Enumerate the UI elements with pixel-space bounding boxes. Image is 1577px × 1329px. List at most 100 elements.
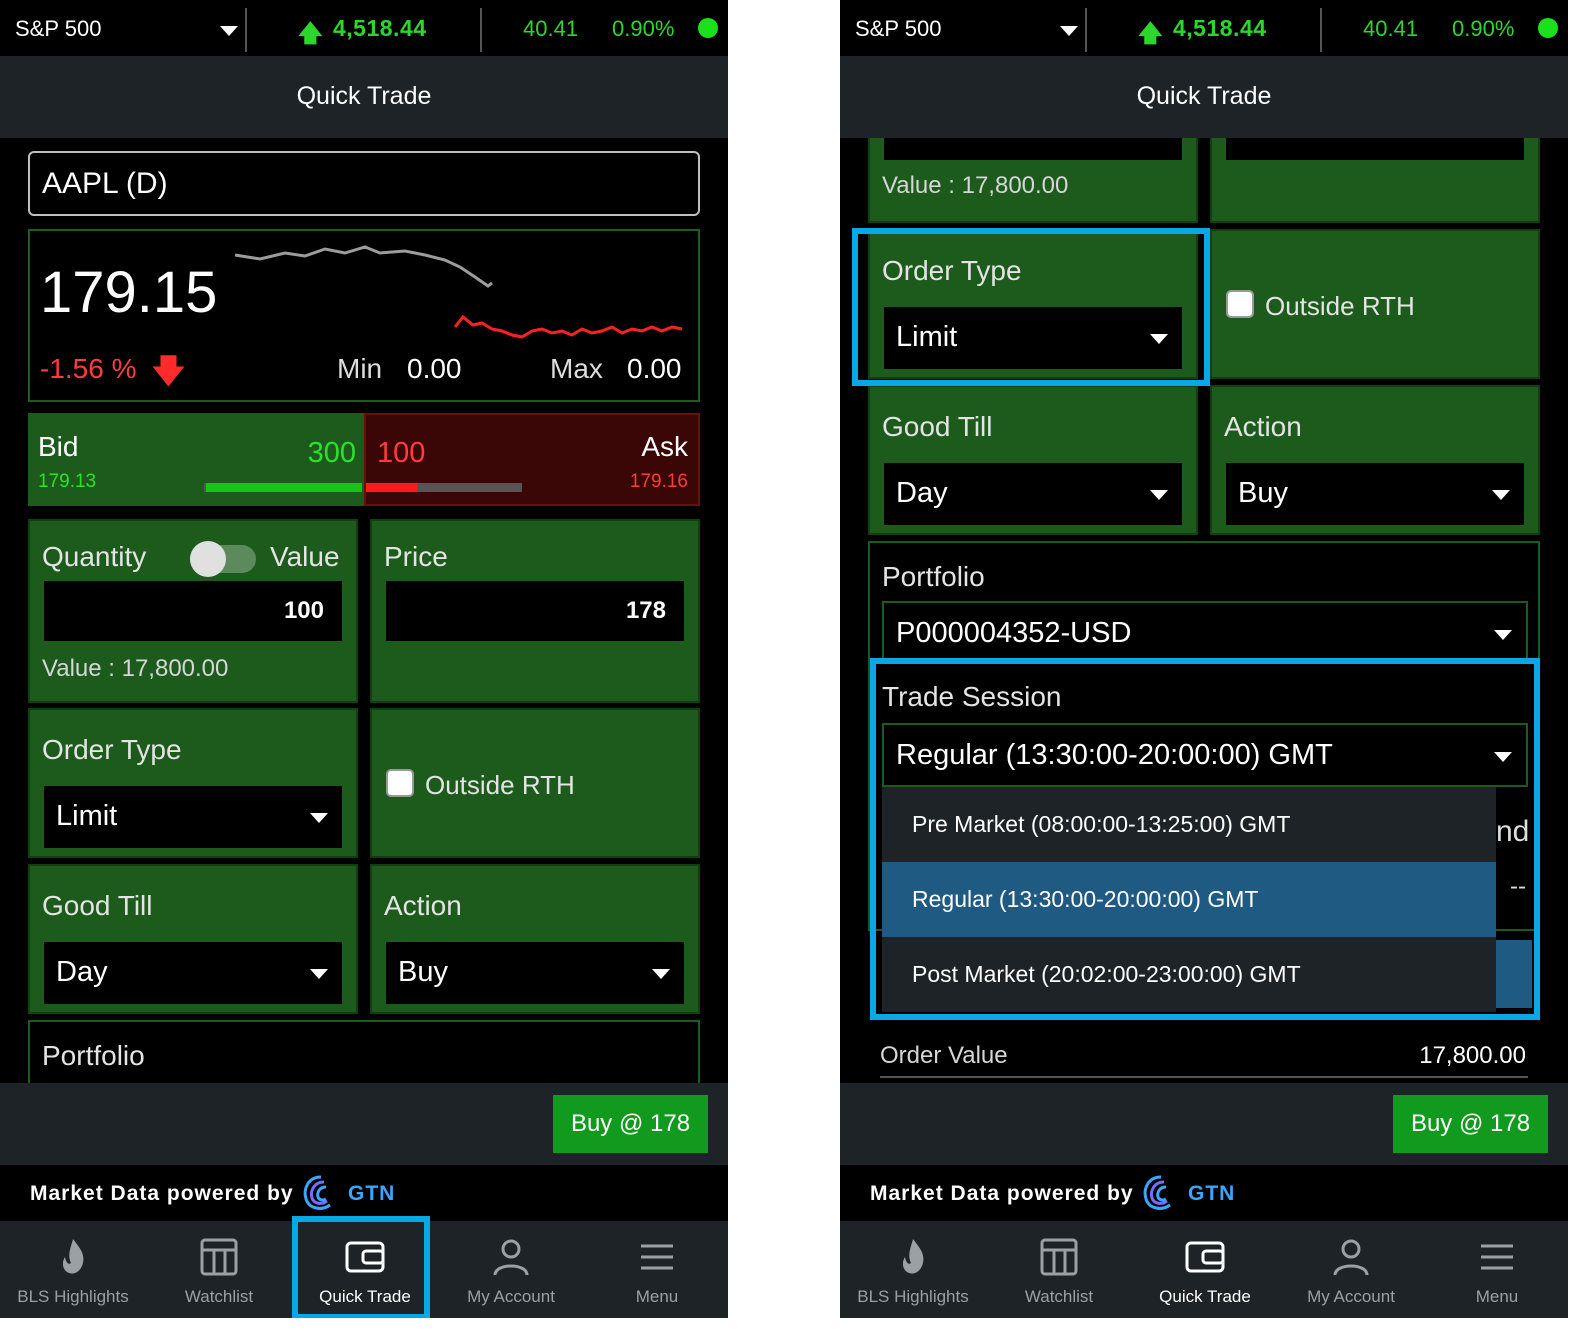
order-type-value: Limit — [56, 800, 118, 832]
powered-by-text: Market Data powered by — [870, 1182, 1134, 1205]
quantity-panel: Quantity Value 100 Value : 17,800.00 — [28, 519, 358, 703]
min-value: 0.00 — [407, 353, 462, 384]
action-value: Buy — [398, 956, 448, 988]
chevron-down-icon[interactable] — [1060, 26, 1078, 36]
market-status-dot-icon — [698, 18, 718, 38]
symbol-input[interactable]: AAPL (D) — [28, 151, 700, 216]
nav-label: My Account — [467, 1287, 555, 1306]
nav-menu[interactable]: Menu — [584, 1221, 728, 1318]
quantity-input[interactable]: 100 — [44, 581, 342, 641]
bid-label: Bid — [38, 431, 79, 462]
trade-session-option-post-market[interactable]: Post Market (20:02:00-23:00:00) GMT — [882, 937, 1496, 1012]
buy-button[interactable]: Buy @ 178 — [553, 1095, 708, 1153]
price-value: 178 — [625, 597, 666, 624]
nav-label: My Account — [1307, 1287, 1395, 1306]
person-icon — [493, 1239, 529, 1276]
option-label: Regular (13:30:00-20:00:00) GMT — [912, 886, 1259, 912]
trade-session-dropdown-menu: Pre Market (08:00:00-13:25:00) GMT Regul… — [882, 787, 1496, 1012]
index-value: 4,518.44 — [333, 15, 427, 41]
max-label: Max — [550, 353, 603, 384]
good-till-select[interactable]: Day — [884, 463, 1182, 525]
divider — [880, 1076, 1528, 1078]
quick-trade-screen-right: S&P 500 🡅 4,518.44 40.41 0.90% Quick Tra… — [840, 0, 1568, 1318]
price-panel — [1210, 138, 1540, 223]
price-input[interactable]: 178 — [386, 581, 684, 641]
price-input[interactable] — [1226, 138, 1524, 160]
bottom-nav: BLS Highlights Watchlist Quick Trade My … — [0, 1221, 728, 1318]
nav-menu[interactable]: Menu — [1424, 1221, 1568, 1318]
market-status-dot-icon — [1538, 18, 1558, 38]
quantity-value: 100 — [283, 597, 324, 624]
flame-icon — [62, 1239, 84, 1274]
page-title: Quick Trade — [1136, 82, 1272, 110]
powered-by-text: Market Data powered by — [30, 1182, 294, 1205]
order-value-text: Value : 17,800.00 — [42, 655, 229, 682]
trade-session-select[interactable]: Regular (13:30:00-20:00:00) GMT — [882, 723, 1528, 787]
order-type-panel: Order Type Limit — [868, 229, 1198, 379]
chevron-down-icon — [652, 969, 670, 979]
divider — [480, 8, 482, 52]
index-ticker[interactable]: S&P 500 🡅 4,518.44 40.41 0.90% — [840, 0, 1568, 56]
action-select[interactable]: Buy — [386, 942, 684, 1004]
bid-qty: 300 — [307, 437, 356, 469]
action-label: Action — [1224, 411, 1302, 442]
quantity-value-toggle[interactable] — [190, 541, 256, 577]
page-title: Quick Trade — [296, 82, 432, 110]
index-name: S&P 500 — [855, 16, 942, 41]
max-value: 0.00 — [627, 353, 682, 384]
menu-icon — [641, 1244, 673, 1270]
trade-session-option-regular[interactable]: Regular (13:30:00-20:00:00) GMT — [882, 862, 1496, 937]
flame-icon — [902, 1239, 924, 1274]
nav-label: BLS Highlights — [857, 1287, 969, 1306]
buy-button[interactable]: Buy @ 178 — [1393, 1095, 1548, 1153]
quick-trade-screen-left: S&P 500 🡅 4,518.44 40.41 0.90% Quick Tra… — [0, 0, 728, 1318]
powered-by-banner: Market Data powered by GTN — [0, 1165, 728, 1221]
order-type-value: Limit — [896, 321, 958, 353]
nav-bls-highlights[interactable]: BLS Highlights — [0, 1221, 146, 1318]
outside-rth-checkbox[interactable] — [1226, 290, 1254, 318]
order-value-label: Order Value — [880, 1042, 1008, 1069]
wallet-icon — [345, 1241, 385, 1273]
good-till-panel: Good Till Day — [28, 864, 358, 1014]
order-type-panel: Order Type Limit — [28, 708, 358, 858]
index-change-pct: 0.90% — [1452, 16, 1515, 41]
order-type-label: Order Type — [882, 255, 1022, 286]
good-till-value: Day — [56, 956, 108, 988]
gtn-logo-icon — [1143, 1175, 1171, 1210]
chevron-down-icon — [1492, 490, 1510, 500]
good-till-label: Good Till — [42, 890, 153, 921]
outside-rth-label: Outside RTH — [1265, 291, 1415, 321]
action-select[interactable]: Buy — [1226, 463, 1524, 525]
bid-panel: Bid 179.13 300 — [28, 413, 364, 506]
down-arrow-icon: 🡇 — [152, 353, 185, 389]
order-value-row: Order Value 17,800.00 — [840, 1030, 1568, 1083]
portfolio-label: Portfolio — [882, 561, 985, 592]
price-panel: Price 178 — [370, 519, 700, 703]
nav-label: Menu — [635, 1287, 679, 1306]
quantity-input[interactable] — [884, 138, 1182, 160]
nav-my-account[interactable]: My Account — [1278, 1221, 1424, 1318]
portfolio-select[interactable]: P000004352-USD — [882, 601, 1528, 663]
nav-watchlist[interactable]: Watchlist — [986, 1221, 1132, 1318]
order-type-select[interactable]: Limit — [884, 307, 1182, 369]
nav-bls-highlights[interactable]: BLS Highlights — [840, 1221, 986, 1318]
nav-quick-trade[interactable]: Quick Trade — [1132, 1221, 1278, 1318]
outside-rth-checkbox[interactable] — [386, 769, 414, 797]
action-panel: Action Buy — [370, 864, 700, 1014]
ask-depth-bar — [366, 483, 418, 492]
nav-label: Menu — [1475, 1287, 1519, 1306]
good-till-panel: Good Till Day — [868, 385, 1198, 535]
index-ticker[interactable]: S&P 500 🡅 4,518.44 40.41 0.90% — [0, 0, 728, 56]
good-till-select[interactable]: Day — [44, 942, 342, 1004]
outside-rth-label: Outside RTH — [425, 770, 575, 800]
obscured-value-text: -- — [1510, 873, 1526, 900]
nav-my-account[interactable]: My Account — [438, 1221, 584, 1318]
trade-session-option-pre-market[interactable]: Pre Market (08:00:00-13:25:00) GMT — [882, 787, 1496, 862]
chevron-down-icon[interactable] — [220, 26, 238, 36]
value-toggle-label: Value — [270, 541, 340, 572]
nav-quick-trade[interactable]: Quick Trade — [292, 1221, 438, 1318]
trade-session-label: Trade Session — [882, 681, 1062, 712]
nav-watchlist[interactable]: Watchlist — [146, 1221, 292, 1318]
order-type-select[interactable]: Limit — [44, 786, 342, 848]
chevron-down-icon — [1150, 490, 1168, 500]
